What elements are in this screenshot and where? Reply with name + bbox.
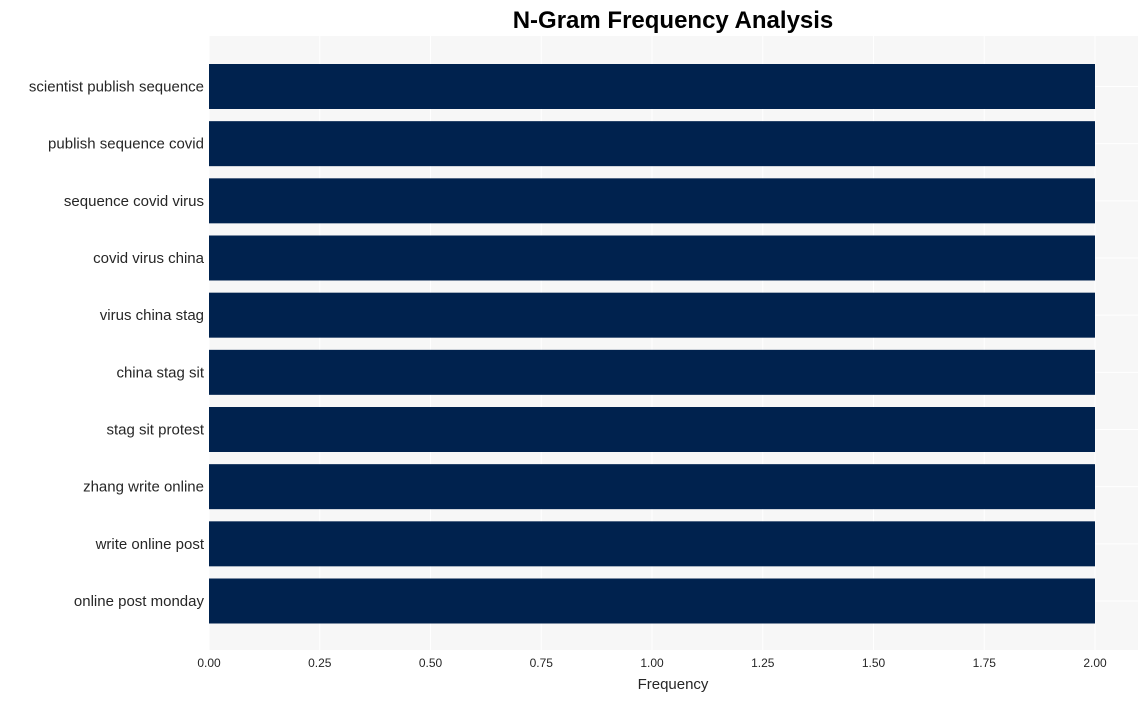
bar [209,292,1095,338]
y-tick-label: write online post [95,536,205,553]
x-axis-label: Frequency [638,676,709,693]
x-tick-label: 1.75 [973,656,997,670]
x-tick-label: 0.25 [308,656,332,670]
y-tick-label: covid virus china [93,250,205,267]
x-tick-label: 1.25 [751,656,775,670]
x-tick-label: 2.00 [1083,656,1107,670]
bar [209,349,1095,395]
bar [209,407,1095,452]
x-tick-labels: 0.00 0.25 0.50 0.75 1.00 1.25 1.50 1.75 2.00 [197,656,1107,670]
y-tick-label: scientist publish sequence [29,79,204,96]
y-tick-label: sequence covid virus [64,193,204,210]
y-tick-label: publish sequence covid [48,136,204,153]
bar [209,235,1095,281]
bar [209,578,1095,624]
bar [209,64,1095,109]
bar [209,121,1095,167]
bar [209,178,1095,224]
y-tick-label: virus china stag [100,307,204,324]
x-tick-label: 0.50 [419,656,443,670]
x-tick-label: 1.00 [640,656,664,670]
y-tick-label: china stag sit [116,364,204,381]
y-tick-label: online post monday [74,593,205,610]
bar [209,464,1095,510]
x-tick-label: 0.00 [197,656,221,670]
x-tick-label: 0.75 [530,656,554,670]
bar [209,521,1095,567]
ngram-bar-chart: N-Gram Frequency Analysis scientist publ… [29,7,1138,693]
x-tick-label: 1.50 [862,656,886,670]
chart-title: N-Gram Frequency Analysis [513,7,834,34]
y-tick-label: zhang write online [83,479,204,496]
y-tick-labels: scientist publish sequence publish sequen… [29,79,205,611]
y-tick-label: stag sit protest [106,422,204,439]
